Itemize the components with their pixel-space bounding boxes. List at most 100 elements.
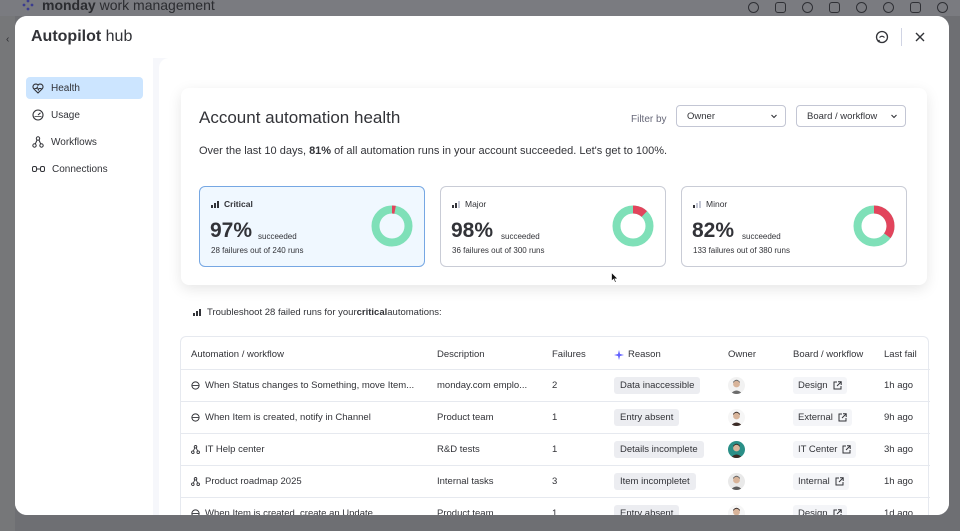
metric-card-critical[interactable]: Critical 97% succeeded 28 failures out o… <box>199 186 425 267</box>
table-row[interactable]: When Item is created, notify in Channel P… <box>181 401 930 433</box>
inbox-icon <box>775 1 786 13</box>
mouse-cursor <box>611 272 619 283</box>
close-icon <box>915 32 925 42</box>
automation-health-card: Account automation health Filter by Owne… <box>181 88 927 285</box>
column-header-reason[interactable]: Reason <box>614 349 661 360</box>
chevron-down-icon <box>771 114 777 119</box>
owner-avatar[interactable] <box>728 441 745 458</box>
person-avatar-icon <box>728 473 745 490</box>
main-content: Account automation health Filter by Owne… <box>159 58 949 515</box>
person-avatar-icon <box>728 505 745 515</box>
sparkle-icon <box>614 349 624 360</box>
reason-chip[interactable]: Entry absent <box>614 505 680 515</box>
description-cell: monday.com emplo... <box>437 380 528 391</box>
signal-bars-icon <box>211 200 219 208</box>
donut-chart <box>371 205 413 247</box>
metric-percent: 98% <box>451 219 494 242</box>
last-fail-cell: 3h ago <box>884 444 914 455</box>
sidebar-item-connections[interactable]: Connections <box>26 158 143 180</box>
board-link[interactable]: IT Center <box>793 441 857 458</box>
column-header-failures[interactable]: Failures <box>552 349 586 360</box>
last-fail-cell: 9h ago <box>884 412 914 423</box>
filter-label: Filter by <box>631 114 667 125</box>
donut-chart <box>612 205 654 247</box>
help-icon <box>883 1 894 13</box>
feedback-icon <box>875 30 889 44</box>
close-button[interactable] <box>911 28 929 46</box>
person-avatar-icon <box>728 377 745 394</box>
automation-name: IT Help center <box>191 444 265 455</box>
owner-avatar[interactable] <box>728 473 745 490</box>
sidebar-item-label: Health <box>51 82 80 94</box>
metric-failures: 36 failures out of 300 runs <box>452 246 545 255</box>
sidebar-item-workflows[interactable]: Workflows <box>26 131 143 153</box>
heart-pulse-icon <box>32 83 44 94</box>
modal-title: Autopilot hub <box>31 28 133 45</box>
header-divider <box>901 28 902 46</box>
column-header-description[interactable]: Description <box>437 349 485 360</box>
automation-icon <box>191 413 200 422</box>
failures-cell: 1 <box>552 412 558 423</box>
reason-chip[interactable]: Data inaccessible <box>614 377 701 394</box>
failures-cell: 3 <box>552 476 558 487</box>
last-fail-cell: 1d ago <box>884 508 914 515</box>
board-filter-value: Board / workflow <box>807 110 878 122</box>
description-cell: Internal tasks <box>437 476 494 487</box>
board-filter-select[interactable]: Board / workflow <box>796 105 906 127</box>
reason-chip[interactable]: Item incompletet <box>614 473 696 490</box>
donut-track <box>612 205 654 247</box>
external-link-icon <box>833 381 842 390</box>
metric-card-minor[interactable]: Minor 82% succeeded 133 failures out of … <box>681 186 907 267</box>
invite-icon <box>802 1 813 13</box>
reason-chip[interactable]: Details incomplete <box>614 441 704 458</box>
monday-logo: monday work management <box>22 0 215 13</box>
avatar <box>937 1 948 13</box>
modal-header: Autopilot hub <box>15 16 949 58</box>
owner-filter-value: Owner <box>687 110 715 122</box>
sidebar-item-usage[interactable]: Usage <box>26 104 143 126</box>
owner-filter-select[interactable]: Owner <box>676 105 786 127</box>
table-row[interactable]: When Status changes to Something, move I… <box>181 369 930 401</box>
automation-name: When Item is created, create an Update <box>191 508 373 515</box>
board-link[interactable]: External <box>793 409 852 426</box>
workflow-icon <box>32 136 44 148</box>
last-fail-cell: 1h ago <box>884 380 914 391</box>
bell-icon <box>748 1 759 13</box>
board-link[interactable]: Design <box>793 505 847 515</box>
metric-label: Critical <box>211 199 253 209</box>
metric-failures: 28 failures out of 240 runs <box>211 246 304 255</box>
chevron-down-icon <box>891 114 897 119</box>
owner-avatar[interactable] <box>728 377 745 394</box>
column-header-board[interactable]: Board / workflow <box>793 349 863 360</box>
metric-card-major[interactable]: Major 98% succeeded 36 failures out of 3… <box>440 186 666 267</box>
feedback-button[interactable] <box>873 28 891 46</box>
page-title: Account automation health <box>199 108 401 127</box>
gauge-icon <box>32 109 44 121</box>
troubleshoot-heading: Troubleshoot 28 failed runs for your cri… <box>193 307 442 318</box>
donut-track <box>371 205 413 247</box>
background-top-bar: monday work management <box>0 0 960 16</box>
metric-failures: 133 failures out of 380 runs <box>693 246 790 255</box>
column-header-last-fail[interactable]: Last fail <box>884 349 917 360</box>
column-header-owner[interactable]: Owner <box>728 349 756 360</box>
chevron-left-icon: ‹ <box>6 34 10 45</box>
external-link-icon <box>838 413 847 422</box>
sidebar-item-health[interactable]: Health <box>26 77 143 99</box>
table-row[interactable]: IT Help center R&D tests 1 Details incomple… <box>181 433 930 465</box>
table-row[interactable]: When Item is created, create an Update Pr… <box>181 497 930 515</box>
metric-label: Minor <box>693 199 727 209</box>
plug-icon <box>32 166 45 172</box>
board-link[interactable]: Design <box>793 377 847 394</box>
owner-avatar[interactable] <box>728 409 745 426</box>
person-avatar-icon <box>728 409 745 426</box>
description-cell: Product team <box>437 508 494 515</box>
owner-avatar[interactable] <box>728 505 745 515</box>
board-link[interactable]: Internal <box>793 473 849 490</box>
autopilot-hub-modal: Autopilot hub Health Usage Workflows Con… <box>15 16 949 515</box>
external-link-icon <box>835 477 844 486</box>
sidebar-item-label: Usage <box>51 109 80 121</box>
metric-succeeded-label: succeeded <box>742 232 781 241</box>
table-row[interactable]: Product roadmap 2025 Internal tasks 3 Item … <box>181 465 930 497</box>
column-header-automation[interactable]: Automation / workflow <box>191 349 284 360</box>
reason-chip[interactable]: Entry absent <box>614 409 680 426</box>
